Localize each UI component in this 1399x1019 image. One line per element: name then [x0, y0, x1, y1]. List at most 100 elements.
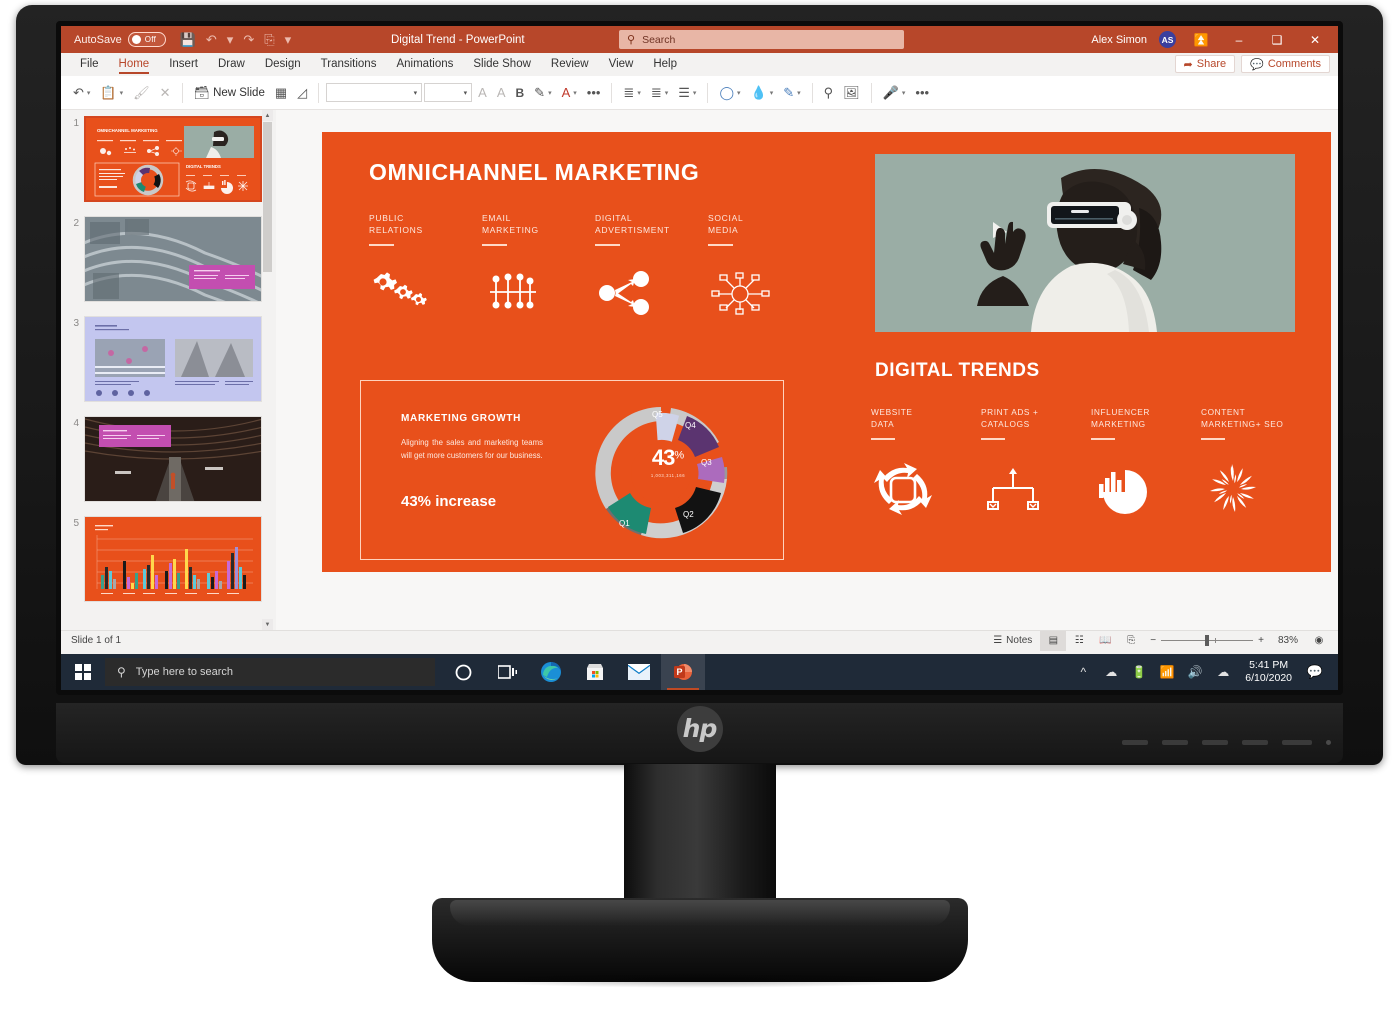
find-button[interactable]: ⚲: [820, 80, 838, 106]
osd-button-3[interactable]: [1202, 740, 1228, 745]
cut-button[interactable]: ✕: [156, 80, 175, 106]
zoom-track[interactable]: [1161, 635, 1254, 646]
shape-outline-button[interactable]: ✎ ▾: [779, 80, 804, 106]
list-item[interactable]: 5: [67, 516, 276, 602]
slide-title[interactable]: OMNICHANNEL MARKETING: [369, 159, 699, 186]
slide-thumbnail-1[interactable]: OMNICHANNEL MARKETING DIGITAL TRENDS: [84, 116, 262, 202]
save-icon[interactable]: 💾: [180, 32, 196, 48]
tab-home[interactable]: Home: [110, 56, 159, 74]
slide-sorter-view-button[interactable]: ☷: [1066, 631, 1092, 651]
monitor-osd-buttons[interactable]: [1122, 740, 1331, 745]
tab-animations[interactable]: Animations: [387, 56, 462, 73]
maximize-button[interactable]: ❑: [1264, 33, 1290, 47]
category-public-relations[interactable]: PUBLIC RELATIONS: [369, 212, 482, 246]
thumbnail-scrollbar[interactable]: ▲ ▼: [262, 110, 273, 630]
dt-category-print-ads-catalogs[interactable]: PRINT ADS + CATALOGS: [981, 406, 1091, 440]
tab-slide-show[interactable]: Slide Show: [464, 56, 540, 73]
tab-insert[interactable]: Insert: [160, 56, 207, 73]
chevron-down-icon[interactable]: ▾: [797, 89, 801, 97]
task-view-button[interactable]: [485, 654, 529, 690]
comments-button[interactable]: 💬 Comments: [1241, 55, 1330, 73]
slide-thumbnail-2[interactable]: [84, 216, 262, 302]
text-highlight-button[interactable]: ✎ ▾: [530, 80, 555, 106]
mail-button[interactable]: [617, 654, 661, 690]
tab-design[interactable]: Design: [256, 56, 310, 73]
osd-button-1[interactable]: [1122, 740, 1148, 745]
tab-view[interactable]: View: [600, 56, 643, 73]
format-painter-button[interactable]: 🖌: [129, 80, 154, 106]
slide-editing-area[interactable]: OMNICHANNEL MARKETING PUBLIC RELATIONS E…: [276, 110, 1338, 630]
list-item[interactable]: 2: [67, 216, 276, 302]
ribbon-display-options-icon[interactable]: ⏫: [1188, 33, 1214, 47]
microsoft-store-button[interactable]: [573, 654, 617, 690]
slide-thumbnail-4[interactable]: [84, 416, 262, 502]
chevron-down-icon[interactable]: ▾: [693, 89, 697, 97]
scrollbar-thumb[interactable]: [263, 122, 272, 272]
decrease-font-size-button[interactable]: A: [493, 80, 510, 106]
category-email-marketing[interactable]: EMAIL MARKETING: [482, 212, 595, 246]
shape-fill-button[interactable]: 💧 ▾: [747, 80, 778, 106]
chevron-down-icon[interactable]: ▾: [637, 89, 641, 97]
autosave-toggle[interactable]: Off: [127, 32, 166, 47]
donut-chart[interactable]: Q5 Q4 Q3 Q2 Q1 43% 1,003,311,166: [573, 393, 763, 553]
chevron-down-icon[interactable]: ▾: [464, 89, 468, 97]
dt-category-influencer-marketing[interactable]: INFLUENCER MARKETING: [1091, 406, 1201, 440]
zoom-slider[interactable]: − +: [1144, 635, 1270, 646]
battery-icon[interactable]: 🔋: [1125, 665, 1153, 679]
fit-to-window-button[interactable]: ◉: [1306, 631, 1332, 651]
list-item[interactable]: 4: [67, 416, 276, 502]
start-presentation-icon[interactable]: ⎘: [264, 32, 274, 48]
minimize-button[interactable]: –: [1226, 33, 1252, 47]
zoom-out-button[interactable]: −: [1150, 635, 1156, 646]
chevron-down-icon[interactable]: ▾: [902, 89, 906, 97]
dt-category-website-data[interactable]: WEBSITE DATA: [871, 406, 981, 440]
chevron-down-icon[interactable]: ▾: [414, 89, 418, 97]
avatar[interactable]: AS: [1159, 31, 1176, 48]
paste-button[interactable]: 📋 ▾: [96, 80, 127, 106]
powerpoint-button[interactable]: P: [661, 654, 705, 690]
tab-help[interactable]: Help: [644, 56, 686, 73]
action-center-icon[interactable]: 💬: [1300, 664, 1330, 680]
customize-qat-chevron-down-icon[interactable]: ▾: [285, 32, 292, 48]
account-name[interactable]: Alex Simon: [1091, 34, 1147, 46]
microsoft-edge-button[interactable]: [529, 654, 573, 690]
chevron-down-icon[interactable]: ▾: [737, 89, 741, 97]
normal-view-button[interactable]: ▤: [1040, 630, 1067, 651]
layout-button[interactable]: ▦: [271, 80, 291, 106]
list-item[interactable]: 3: [67, 316, 276, 402]
chevron-down-icon[interactable]: ▾: [87, 89, 91, 97]
tab-draw[interactable]: Draw: [209, 56, 254, 73]
bold-button[interactable]: B: [511, 80, 528, 106]
network-disconnected-icon[interactable]: ☁: [1097, 665, 1125, 679]
chevron-down-icon[interactable]: ▾: [770, 89, 774, 97]
autosave-control[interactable]: AutoSave Off: [74, 32, 166, 47]
taskbar-clock[interactable]: 5:41 PM 6/10/2020: [1237, 659, 1300, 685]
wifi-icon[interactable]: 📶: [1153, 665, 1181, 679]
osd-button-2[interactable]: [1162, 740, 1188, 745]
chevron-down-icon[interactable]: ▾: [548, 89, 552, 97]
align-button[interactable]: ☰ ▾: [674, 80, 700, 106]
tab-transitions[interactable]: Transitions: [312, 56, 386, 73]
search-input[interactable]: ⚲ Search: [619, 30, 904, 49]
tab-file[interactable]: File: [71, 56, 108, 73]
dictate-button[interactable]: 🎤 ▾: [879, 80, 910, 106]
zoom-level-label[interactable]: 83%: [1270, 631, 1306, 651]
onedrive-icon[interactable]: ☁: [1209, 665, 1237, 679]
font-color-button[interactable]: A ▾: [558, 80, 581, 106]
digital-trends-title[interactable]: DIGITAL TRENDS: [875, 360, 1295, 382]
osd-button-4[interactable]: [1242, 740, 1268, 745]
slide-thumbnail-5[interactable]: [84, 516, 262, 602]
slide-thumbnail-panel[interactable]: 1 OMNICHANNEL MARKETING DIGITAL TRENDS 2…: [61, 110, 276, 630]
category-digital-advertisment[interactable]: DIGITAL ADVERTISMENT: [595, 212, 708, 246]
shapes-button[interactable]: ◯ ▾: [715, 80, 744, 106]
volume-icon[interactable]: 🔊: [1181, 665, 1209, 679]
designer-button[interactable]: 🖼: [839, 80, 864, 106]
chevron-down-icon[interactable]: ▾: [665, 89, 669, 97]
font-name-input[interactable]: ▾: [326, 83, 423, 102]
redo-icon[interactable]: ↷: [243, 32, 254, 48]
slide-thumbnail-3[interactable]: [84, 316, 262, 402]
tab-review[interactable]: Review: [542, 56, 598, 73]
scroll-down-icon[interactable]: ▼: [262, 619, 273, 630]
power-button[interactable]: [1282, 740, 1312, 745]
taskbar-search-input[interactable]: ⚲ Type here to search: [105, 658, 435, 686]
